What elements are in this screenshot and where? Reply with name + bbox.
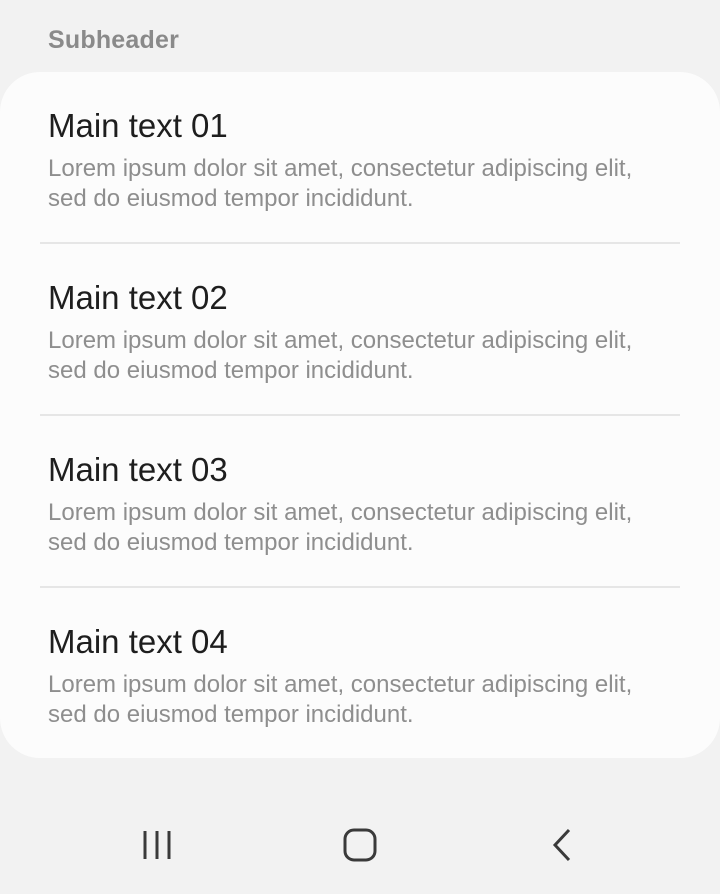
recents-button[interactable] <box>128 820 188 870</box>
divider <box>40 586 680 588</box>
home-icon <box>343 828 377 862</box>
back-icon <box>552 828 571 862</box>
home-button[interactable] <box>330 820 390 870</box>
list-item-description: Lorem ipsum dolor sit amet, consectetur … <box>48 499 633 556</box>
list-item-description: Lorem ipsum dolor sit amet, consectetur … <box>48 671 633 728</box>
list-item[interactable]: Main text 04 Lorem ipsum dolor sit amet,… <box>48 622 688 730</box>
list-item-description: Lorem ipsum dolor sit amet, consectetur … <box>48 155 633 212</box>
list-item[interactable]: Main text 01 Lorem ipsum dolor sit amet,… <box>48 106 688 214</box>
list-item-title: Main text 03 <box>48 451 228 488</box>
divider <box>40 242 680 244</box>
list-item-title: Main text 01 <box>48 107 228 144</box>
recents-icon <box>143 831 171 859</box>
subheader: Subheader <box>48 26 179 54</box>
list-item[interactable]: Main text 03 Lorem ipsum dolor sit amet,… <box>48 450 688 558</box>
list-card: Main text 01 Lorem ipsum dolor sit amet,… <box>0 72 720 758</box>
list-item-title: Main text 04 <box>48 623 228 660</box>
list-item[interactable]: Main text 02 Lorem ipsum dolor sit amet,… <box>48 278 688 386</box>
navigation-bar <box>0 790 720 894</box>
list-item-description: Lorem ipsum dolor sit amet, consectetur … <box>48 327 633 384</box>
divider <box>40 414 680 416</box>
back-button[interactable] <box>532 820 592 870</box>
list-item-title: Main text 02 <box>48 279 228 316</box>
